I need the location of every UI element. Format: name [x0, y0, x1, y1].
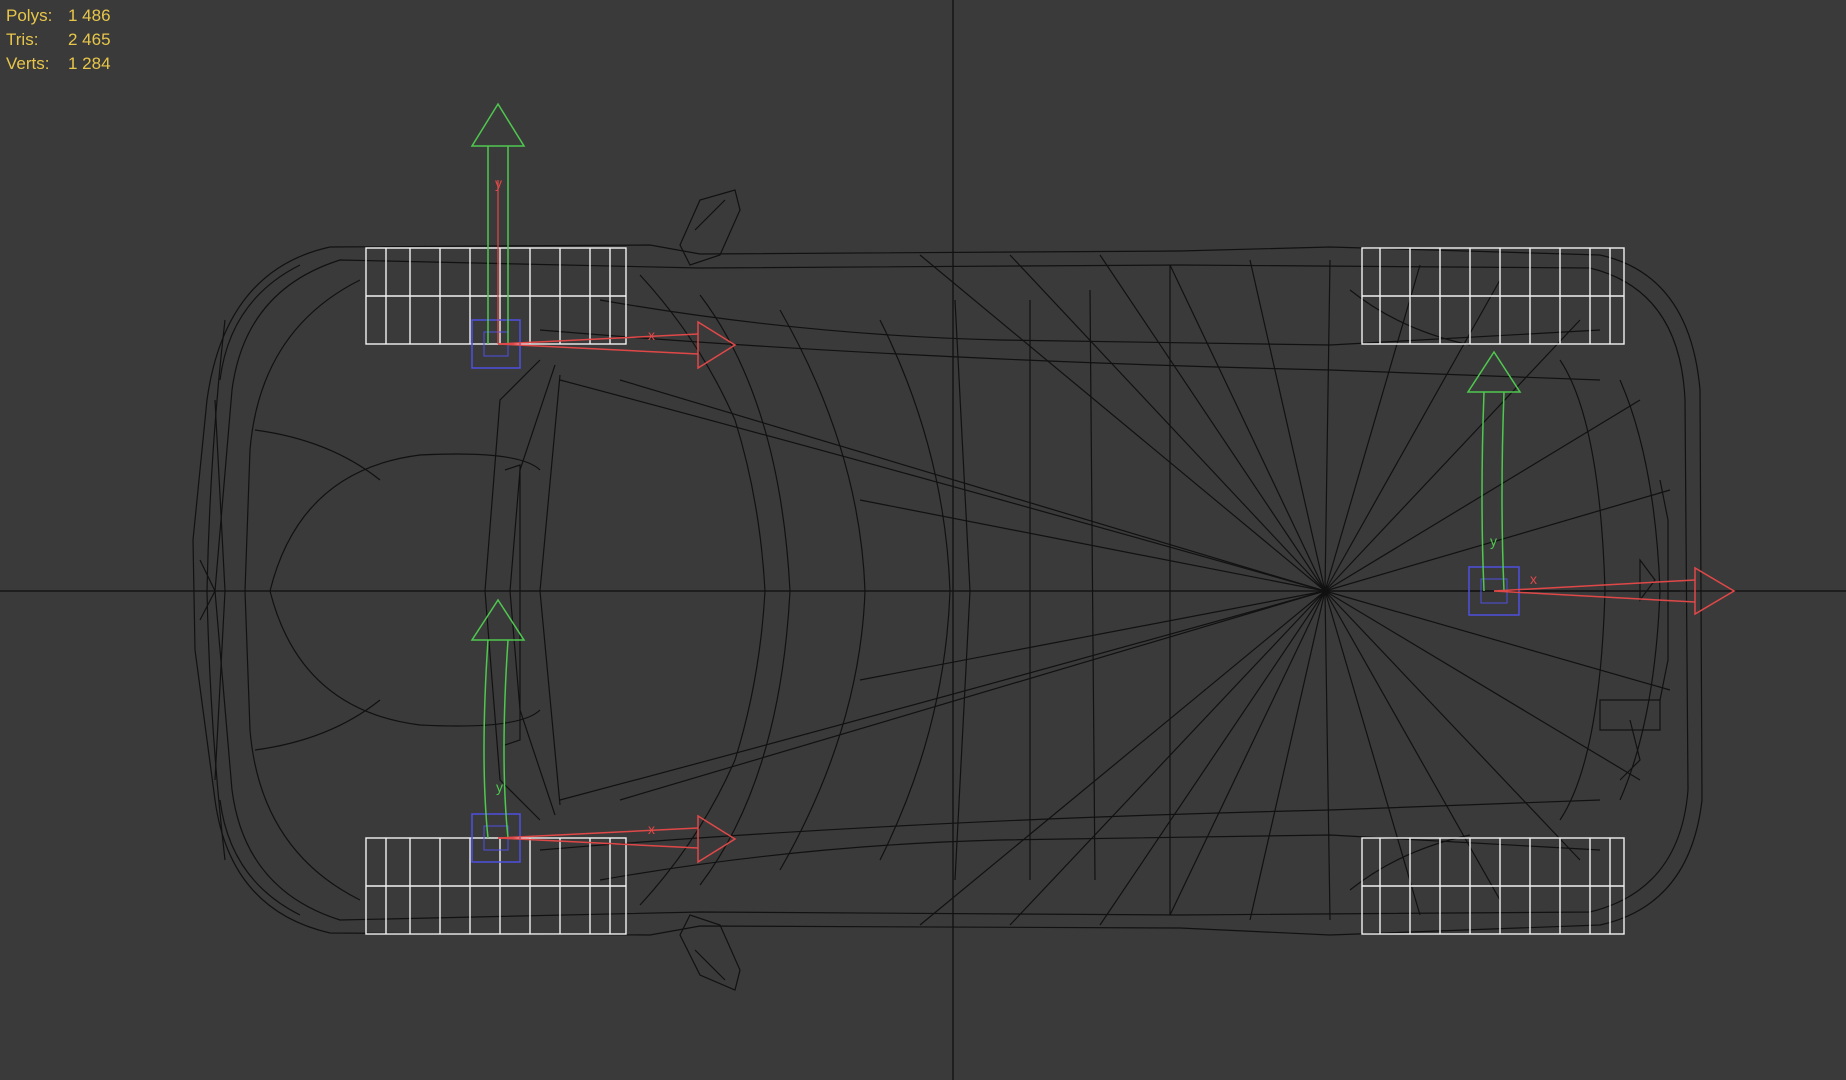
- stat-label: Tris:: [6, 30, 39, 49]
- gizmo-y-label: y: [1490, 533, 1497, 549]
- stat-verts: Verts: 1 284: [6, 52, 111, 76]
- scene-statistics: Polys: 1 486 Tris: 2 465 Verts: 1 284: [6, 4, 111, 76]
- stat-tris: Tris: 2 465: [6, 28, 111, 52]
- rear-axle-gizmo[interactable]: y x: [1466, 350, 1736, 616]
- tire-front-left: [365, 247, 627, 345]
- gizmo-y-label: y: [496, 779, 503, 795]
- stat-label: Polys:: [6, 6, 53, 25]
- stat-value: 2 465: [68, 30, 111, 49]
- tire-front-right: [365, 837, 627, 935]
- viewport-wireframe[interactable]: y x y x y x: [0, 0, 1846, 1080]
- front-left-wheel-gizmo[interactable]: y x: [470, 102, 737, 370]
- gizmo-x-arrow[interactable]: [497, 814, 737, 864]
- stat-value: 1 284: [68, 54, 111, 73]
- gizmo-y-arrow[interactable]: [1466, 350, 1522, 592]
- gizmo-x-label: x: [1530, 571, 1537, 587]
- stat-value: 1 486: [68, 6, 111, 25]
- gizmo-y-arrow[interactable]: [470, 598, 526, 839]
- gizmo-x-label: x: [648, 327, 655, 343]
- stat-label: Verts:: [6, 54, 50, 73]
- stat-polys: Polys: 1 486: [6, 4, 111, 28]
- gizmo-y-label: y: [495, 175, 502, 191]
- car-wireframe[interactable]: [192, 189, 1703, 991]
- front-right-wheel-gizmo[interactable]: y x: [470, 598, 737, 864]
- world-axes: [0, 0, 1846, 1080]
- gizmo-x-arrow[interactable]: [497, 320, 737, 370]
- gizmo-x-label: x: [648, 821, 655, 837]
